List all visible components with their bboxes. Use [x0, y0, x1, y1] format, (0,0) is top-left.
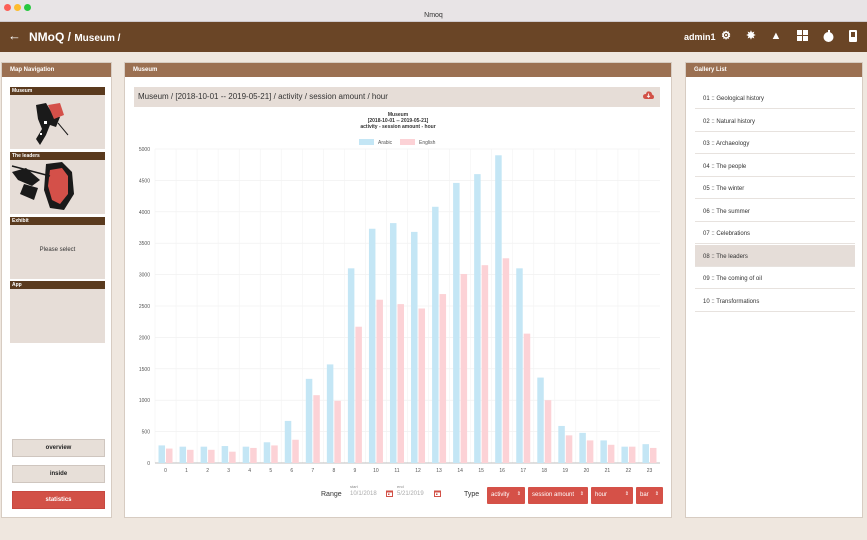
- leaders-map-image: [11, 162, 74, 210]
- calendar-icon[interactable]: [386, 490, 393, 499]
- inside-button[interactable]: inside: [12, 465, 105, 483]
- statistics-button[interactable]: statistics: [12, 491, 105, 509]
- gallery-item[interactable]: 02 :: Natural history: [695, 110, 855, 132]
- end-label: end: [397, 484, 404, 489]
- map-section-label: Exhibit: [10, 217, 105, 225]
- sort-arrows-icon: ⇕: [516, 491, 521, 497]
- apple-icon[interactable]: [822, 30, 834, 42]
- map-section-label: App: [10, 281, 105, 289]
- map-section-label: The leaders: [10, 152, 105, 160]
- start-label: start: [350, 484, 358, 489]
- chart-type-select-value: bar: [640, 492, 649, 498]
- arrow-left-icon[interactable]: ←: [8, 28, 21, 43]
- bug-icon[interactable]: ✸: [745, 30, 757, 42]
- measure-select-value: session amount: [532, 492, 575, 498]
- close-window-icon[interactable]: [4, 4, 11, 11]
- chart-type-select[interactable]: bar ⇕: [636, 487, 663, 504]
- type-label: Type: [464, 491, 480, 498]
- chart-breadcrumb: Museum / [2018-10-01 -- 2019-05-21] / ac…: [134, 87, 660, 107]
- app-title: NMoQ / Museum /: [29, 30, 120, 44]
- sort-arrows-icon: ⇕: [624, 491, 629, 497]
- window-controls: [4, 4, 31, 11]
- map-section-exhibit[interactable]: Exhibit Please select: [10, 217, 105, 279]
- gallery-item[interactable]: 05 :: The winter: [695, 177, 855, 199]
- start-date-input[interactable]: 10/1/2018: [350, 491, 377, 497]
- map-section-the-leaders[interactable]: The leaders: [10, 152, 105, 214]
- range-label: Range: [321, 491, 342, 498]
- maximize-window-icon[interactable]: [24, 4, 31, 11]
- window-titlebar: Nmoq: [0, 0, 867, 22]
- gallery-list-panel: Gallery List 01 :: Geological history 02 …: [685, 62, 863, 518]
- gallery-item[interactable]: 08 :: The leaders: [695, 244, 855, 267]
- exhibit-placeholder: Please select: [39, 247, 76, 253]
- overview-button[interactable]: overview: [12, 439, 105, 457]
- main-panel: Museum Museum / [2018-10-01 -- 2019-05-2…: [124, 62, 672, 518]
- app-title-main: NMoQ /: [29, 30, 75, 44]
- interval-select-value: hour: [595, 492, 608, 498]
- map-navigation-header: Map Navigation: [2, 63, 111, 77]
- gallery-item[interactable]: 06 :: The summer: [695, 200, 855, 222]
- gallery-item[interactable]: 01 :: Geological history: [695, 87, 855, 109]
- interval-select[interactable]: hour ⇕: [591, 487, 633, 504]
- gear-icon[interactable]: ⚙: [720, 30, 732, 42]
- sort-arrows-icon: ⇕: [579, 491, 584, 497]
- gallery-item[interactable]: 03 :: Archaeology: [695, 132, 855, 154]
- gallery-item[interactable]: 04 :: The people: [695, 155, 855, 177]
- map-navigation-panel: Map Navigation Museum The leaders Exhibi…: [1, 62, 112, 518]
- map-section-label: Museum: [10, 87, 105, 95]
- gallery-item[interactable]: 07 :: Celebrations: [695, 222, 855, 244]
- app-bar: ← NMoQ / Museum / admin1 ⚙ ✸ ▲: [0, 22, 867, 52]
- calendar-icon[interactable]: [434, 490, 441, 499]
- main-panel-header: Museum: [125, 63, 671, 77]
- warning-icon[interactable]: ▲: [770, 30, 782, 42]
- end-date-input[interactable]: 5/21/2019: [397, 491, 424, 497]
- museum-map-image: [36, 103, 69, 145]
- map-section-museum[interactable]: Museum: [10, 87, 105, 149]
- metric-select-value: activity: [491, 492, 510, 498]
- metric-select[interactable]: activity ⇕: [487, 487, 525, 504]
- windows-icon[interactable]: [796, 30, 808, 42]
- sort-arrows-icon: ⇕: [654, 491, 659, 497]
- gallery-list-header: Gallery List: [686, 63, 862, 77]
- android-icon[interactable]: [847, 30, 859, 42]
- gallery-item[interactable]: 09 :: The coming of oil: [695, 267, 855, 289]
- map-section-app[interactable]: App: [10, 281, 105, 343]
- gallery-item[interactable]: 10 :: Transformations: [695, 290, 855, 312]
- minimize-window-icon[interactable]: [14, 4, 21, 11]
- measure-select[interactable]: session amount ⇕: [528, 487, 588, 504]
- user-name[interactable]: admin1: [684, 32, 716, 42]
- app-title-sub: Museum /: [74, 33, 121, 44]
- window-title: Nmoq: [424, 12, 443, 19]
- chart-breadcrumb-text: Museum / [2018-10-01 -- 2019-05-21] / ac…: [138, 92, 388, 101]
- cloud-download-icon[interactable]: [643, 91, 654, 100]
